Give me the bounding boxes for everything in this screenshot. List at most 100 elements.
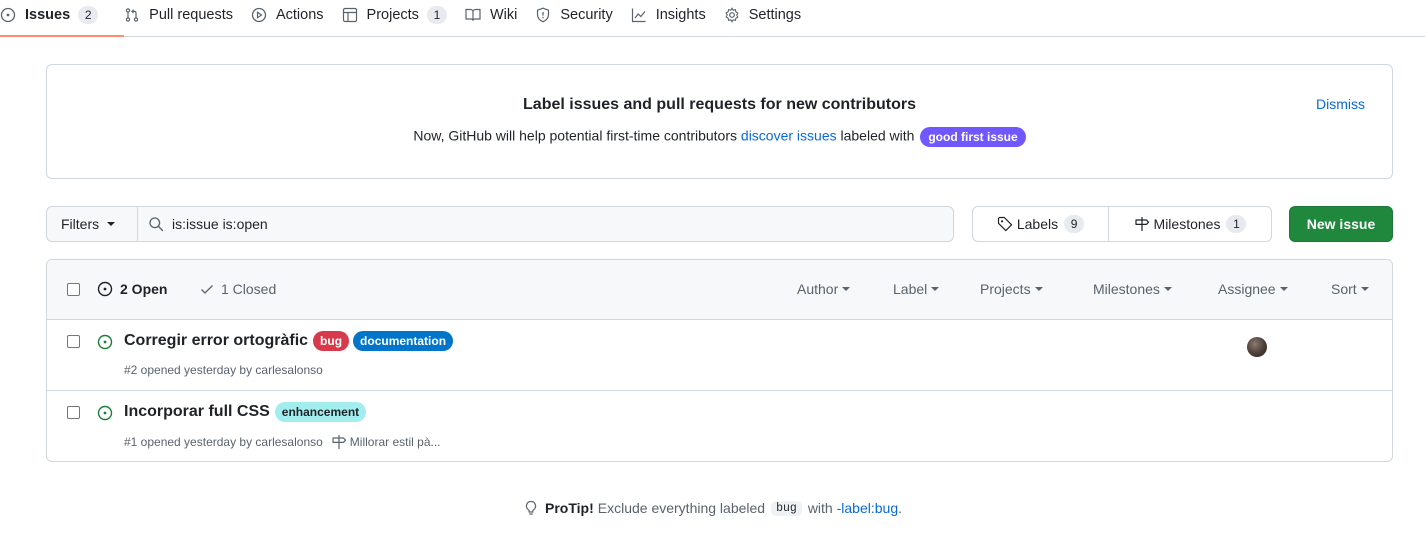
closed-count: 1 Closed <box>221 281 277 297</box>
labels-button[interactable]: Labels 9 <box>973 207 1109 241</box>
labels-counter: 9 <box>1064 215 1085 233</box>
closed-issues-toggle[interactable]: 1 Closed <box>199 281 276 297</box>
issue-opened-icon <box>97 281 113 297</box>
label-documentation[interactable]: documentation <box>353 331 454 351</box>
chevron-down-icon <box>1279 287 1288 291</box>
chevron-down-icon <box>1360 287 1369 291</box>
issue-title-line: Incorporar full CSS enhancement <box>124 402 367 422</box>
author-filter[interactable]: Author <box>797 281 851 297</box>
label-bug[interactable]: bug <box>313 331 350 351</box>
filters-label: Filters <box>61 216 100 232</box>
chevron-down-icon <box>842 287 851 291</box>
milestones-button[interactable]: Milestones 1 <box>1109 207 1271 241</box>
chevron-down-icon <box>1034 287 1043 291</box>
issue-row[interactable]: Corregir error ortogràfic bug documentat… <box>47 320 1392 391</box>
issue-list-header: 2 Open 1 Closed Author Label Projects Mi… <box>47 260 1392 320</box>
issue-title-line: Corregir error ortogràfic bug documentat… <box>124 331 454 351</box>
projects-counter: 1 <box>426 6 447 24</box>
tab-issues[interactable]: Issues 2 <box>0 3 99 27</box>
banner-text: Now, GitHub will help potential first-ti… <box>47 127 1392 147</box>
chevron-down-icon <box>1163 287 1172 291</box>
banner-text-after: labeled with <box>836 127 919 144</box>
protip: ProTip! Exclude everything labeled bug w… <box>0 500 1425 516</box>
assignee-avatar[interactable] <box>1247 337 1267 357</box>
graph-icon <box>631 8 646 23</box>
search-icon <box>149 217 164 232</box>
tag-icon <box>997 216 1013 232</box>
chevron-down-icon <box>931 287 940 291</box>
filter-label: Milestones <box>1093 281 1160 297</box>
filters-button[interactable]: Filters <box>46 206 137 242</box>
search-input[interactable] <box>172 216 872 232</box>
assignee-filter[interactable]: Assignee <box>1218 281 1288 297</box>
issue-title[interactable]: Incorporar full CSS <box>124 403 270 421</box>
milestones-label: Milestones <box>1153 216 1221 232</box>
tab-security[interactable]: Security <box>535 3 613 27</box>
light-bulb-icon <box>525 500 537 515</box>
issue-opened-icon <box>0 7 16 23</box>
book-icon <box>465 8 481 21</box>
tab-label: Projects <box>366 7 419 23</box>
protip-title: ProTip! <box>545 500 594 516</box>
new-issue-button[interactable]: New issue <box>1289 206 1393 242</box>
filter-label: Sort <box>1331 281 1357 297</box>
filter-label: Projects <box>980 281 1031 297</box>
label-filter[interactable]: Label <box>893 281 940 297</box>
issue-meta: #2 opened yesterday by carlesalonso <box>124 363 323 377</box>
new-contributors-banner: Label issues and pull requests for new c… <box>46 64 1393 179</box>
tab-label: Issues <box>25 7 71 23</box>
tab-wiki[interactable]: Wiki <box>465 3 517 27</box>
banner-title: Label issues and pull requests for new c… <box>523 96 916 113</box>
tab-settings[interactable]: Settings <box>724 3 801 27</box>
tab-projects[interactable]: Projects 1 <box>342 3 447 27</box>
issue-opened-icon <box>97 334 113 350</box>
tab-actions[interactable]: Actions <box>251 3 324 27</box>
filter-label: Author <box>797 281 839 297</box>
issue-row[interactable]: Incorporar full CSS enhancement #1 opene… <box>47 391 1392 461</box>
labels-label: Labels <box>1016 216 1059 232</box>
milestone-icon <box>332 435 346 449</box>
issue-checkbox[interactable] <box>67 406 80 419</box>
milestones-counter: 1 <box>1226 215 1247 233</box>
tab-label: Actions <box>275 7 324 23</box>
projects-filter[interactable]: Projects <box>980 281 1043 297</box>
issue-title[interactable]: Corregir error ortogràfic <box>124 332 308 350</box>
sort-dropdown[interactable]: Sort <box>1331 281 1369 297</box>
protip-text: Exclude everything labeled <box>597 500 766 516</box>
banner-text-before: Now, GitHub will help potential first-ti… <box>413 127 741 144</box>
issue-opened-icon <box>97 405 113 421</box>
repo-tabs: Issues 2 Pull requests Actions Projects … <box>0 3 819 27</box>
protip-link[interactable]: -label:bug <box>837 500 899 516</box>
tab-label: Security <box>560 7 613 23</box>
tab-label: Insights <box>655 7 706 23</box>
issues-counter: 2 <box>78 6 99 24</box>
label-enhancement[interactable]: enhancement <box>274 402 367 422</box>
filter-label: Label <box>893 281 928 297</box>
issue-opened-by: #2 opened yesterday by carlesalonso <box>124 363 323 377</box>
protip-text-mid: with <box>807 500 833 516</box>
filter-label: Assignee <box>1218 281 1276 297</box>
repo-nav: Issues 2 Pull requests Actions Projects … <box>0 0 1425 37</box>
issue-meta: #1 opened yesterday by carlesalonso Mill… <box>124 434 441 450</box>
protip-text-end: . <box>898 500 902 516</box>
milestone-icon <box>1134 217 1149 231</box>
shield-icon <box>537 7 550 23</box>
issue-opened-by: #1 opened yesterday by carlesalonso <box>124 435 323 449</box>
select-all-checkbox[interactable] <box>67 283 80 296</box>
tab-label: Pull requests <box>149 7 233 23</box>
play-icon <box>251 7 267 23</box>
tab-pull-requests[interactable]: Pull requests <box>124 3 233 27</box>
chevron-down-icon <box>107 222 116 226</box>
dismiss-button[interactable]: Dismiss <box>1316 96 1365 112</box>
issue-checkbox[interactable] <box>67 335 80 348</box>
active-tab-underline <box>0 35 124 37</box>
issue-milestone[interactable]: Millorar estil pà... <box>350 435 441 449</box>
open-issues-toggle[interactable]: 2 Open <box>97 281 167 297</box>
good-first-issue-label[interactable]: good first issue <box>920 127 1026 147</box>
tab-insights[interactable]: Insights <box>631 3 706 27</box>
milestones-filter[interactable]: Milestones <box>1093 281 1172 297</box>
filters-search-group: Filters <box>46 206 954 242</box>
check-icon <box>201 285 213 294</box>
discover-issues-link[interactable]: discover issues <box>741 128 837 144</box>
tab-label: Wiki <box>489 7 518 23</box>
